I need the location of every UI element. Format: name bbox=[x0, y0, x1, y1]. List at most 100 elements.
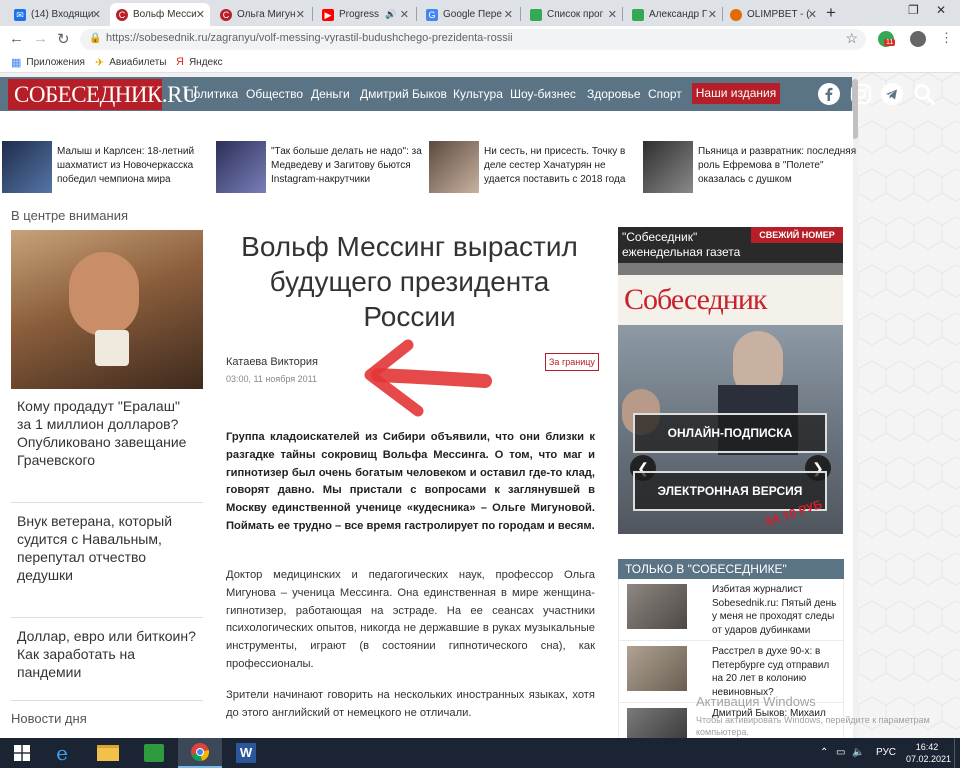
taskbar-word[interactable]: W bbox=[224, 738, 268, 768]
tab-olimpbet[interactable]: OLIMPBET - ( ✕ bbox=[724, 3, 822, 26]
bookmark-aviabilety[interactable]: ✈ Авиабилеты bbox=[95, 56, 167, 69]
taskbar-explorer[interactable] bbox=[86, 738, 130, 768]
tab-sheet-2[interactable]: Александр Г ✕ bbox=[626, 3, 722, 26]
tab-sheet-1[interactable]: Список прог ✕ bbox=[524, 3, 622, 26]
forward-icon[interactable]: → bbox=[33, 30, 48, 47]
our-editions-button[interactable]: Наши издания bbox=[692, 83, 780, 104]
taskbar-store[interactable] bbox=[132, 738, 176, 768]
clock-time: 16:42 bbox=[915, 742, 939, 752]
olimp-icon bbox=[730, 8, 742, 21]
sidebar-card[interactable]: Внук ветерана, который судится с Навальн… bbox=[11, 512, 203, 618]
menu-icon[interactable]: ⋮ bbox=[940, 30, 953, 46]
close-window-icon[interactable]: ✕ bbox=[936, 3, 946, 17]
close-icon[interactable]: ✕ bbox=[92, 8, 101, 21]
plane-icon: ✈ bbox=[95, 57, 105, 69]
yandex-icon: Я bbox=[176, 56, 184, 68]
nav-dengi[interactable]: Деньги bbox=[311, 87, 350, 101]
tab-migunova[interactable]: С Ольга Мигун ✕ bbox=[214, 3, 310, 26]
volume-icon[interactable]: 🔈 bbox=[852, 747, 864, 758]
facebook-icon[interactable] bbox=[818, 83, 840, 105]
tab-strip: ✉ (14) Входящи ✕ С Вольф Месси ✕ С Ольга… bbox=[0, 0, 960, 26]
teaser-card[interactable]: "Так больше делать не надо": за Медведев… bbox=[216, 141, 431, 193]
rubric-tag[interactable]: За границу bbox=[545, 353, 599, 371]
online-subscription-button[interactable]: ОНЛАЙН-ПОДПИСКА bbox=[633, 413, 827, 453]
site-logo[interactable]: СОБЕСЕДНИК.RU bbox=[8, 79, 199, 110]
start-button[interactable] bbox=[0, 738, 44, 768]
folder-icon bbox=[97, 745, 119, 761]
network-icon[interactable]: ▭ bbox=[836, 747, 845, 758]
telegram-icon[interactable] bbox=[881, 83, 903, 105]
teaser-image bbox=[429, 141, 479, 193]
close-icon[interactable]: ✕ bbox=[608, 8, 617, 21]
windows-taskbar: e W ⌃ ▭ 🔈 РУС 16:42 07.02.2021 bbox=[0, 738, 960, 768]
windows-activation-text: Чтобы активировать Windows, перейдите к … bbox=[696, 715, 930, 737]
bookmark-yandex[interactable]: Я Яндекс bbox=[176, 56, 223, 68]
teaser-image bbox=[2, 141, 52, 193]
newspaper-promo[interactable]: "Собеседник" еженедельная газета СВЕЖИЙ … bbox=[618, 227, 843, 534]
bookmark-apps[interactable]: ▦ Приложения bbox=[11, 56, 85, 69]
news-heading: Новости дня bbox=[11, 711, 87, 726]
avatar[interactable] bbox=[910, 31, 926, 47]
tray-up-icon[interactable]: ⌃ bbox=[820, 747, 828, 758]
nav-kultura[interactable]: Культура bbox=[453, 87, 503, 101]
page-content: Малыш и Карлсен: 18-летний шахматист из … bbox=[0, 111, 930, 738]
taskbar-ie[interactable]: e bbox=[40, 738, 84, 768]
language-indicator[interactable]: РУС bbox=[876, 747, 896, 758]
extension-icon[interactable]: 11 bbox=[878, 31, 896, 47]
nav-obshchestvo[interactable]: Общество bbox=[246, 87, 303, 101]
close-icon[interactable]: ✕ bbox=[708, 8, 717, 21]
speaker-icon[interactable]: 🔊 bbox=[385, 9, 396, 20]
close-icon[interactable]: ✕ bbox=[196, 8, 205, 21]
only-list-item[interactable]: Избитая журналист Sobesednik.ru: Пятый д… bbox=[618, 579, 844, 641]
site-icon: С bbox=[116, 8, 128, 21]
tab-google-translate[interactable]: G Google Пере ✕ bbox=[420, 3, 518, 26]
fresh-issue-badge: СВЕЖИЙ НОМЕР bbox=[751, 227, 843, 243]
show-desktop-button[interactable] bbox=[954, 738, 960, 768]
nav-zdorovye[interactable]: Здоровье bbox=[587, 87, 641, 101]
nav-sport[interactable]: Спорт bbox=[648, 87, 682, 101]
teaser-image bbox=[216, 141, 266, 193]
search-icon[interactable] bbox=[913, 83, 935, 105]
only-item-image bbox=[627, 646, 687, 691]
sidebar-feature-image[interactable] bbox=[11, 230, 203, 389]
reload-icon[interactable]: ↻ bbox=[57, 30, 70, 48]
background-pattern bbox=[858, 73, 960, 738]
article-paragraph: Зрители начинают говорить на нескольких … bbox=[226, 689, 595, 719]
nav-bykov[interactable]: Дмитрий Быков bbox=[360, 87, 447, 101]
google-icon: G bbox=[426, 8, 438, 21]
taskbar-chrome[interactable] bbox=[178, 738, 222, 768]
bookmark-star-icon[interactable]: ☆ bbox=[845, 30, 858, 47]
youtube-icon: ▶ bbox=[322, 8, 334, 21]
sheet-icon bbox=[632, 8, 644, 21]
sidebar-card[interactable]: Кому продадут "Ералаш" за 1 миллион долл… bbox=[11, 397, 203, 503]
tab-youtube[interactable]: ▶ Progress 🔊 ✕ bbox=[316, 3, 414, 26]
teaser-card[interactable]: Пьяница и развратник: последняя роль Ефр… bbox=[643, 141, 858, 193]
nav-politika[interactable]: Политика bbox=[185, 87, 238, 101]
close-icon[interactable]: ✕ bbox=[808, 8, 817, 21]
address-bar[interactable]: 🔒 https://sobesednik.ru/zagranyu/volf-me… bbox=[80, 29, 866, 50]
apps-icon: ▦ bbox=[11, 57, 22, 69]
bookmarks-bar: ▦ Приложения ✈ Авиабилеты Я Яндекс bbox=[0, 52, 960, 73]
red-arrow-annotation bbox=[364, 339, 492, 417]
teaser-card[interactable]: Малыш и Карлсен: 18-летний шахматист из … bbox=[2, 141, 217, 193]
clock-date: 07.02.2021 bbox=[906, 754, 952, 764]
tab-mail[interactable]: ✉ (14) Входящи ✕ bbox=[8, 3, 106, 26]
close-icon[interactable]: ✕ bbox=[504, 8, 513, 21]
article-paragraph: Доктор медицинских и педагогических наук… bbox=[226, 569, 595, 670]
lock-icon: 🔒 bbox=[89, 33, 102, 44]
new-tab-button[interactable]: + bbox=[826, 3, 836, 23]
close-icon[interactable]: ✕ bbox=[400, 8, 409, 21]
sidebar-card[interactable]: Доллар, евро или биткоин? Как заработать… bbox=[11, 627, 203, 701]
close-icon[interactable]: ✕ bbox=[296, 8, 305, 21]
tab-article[interactable]: С Вольф Месси ✕ bbox=[110, 3, 210, 26]
mail-icon: ✉ bbox=[14, 8, 26, 21]
clock[interactable]: 16:42 07.02.2021 bbox=[906, 741, 952, 765]
teaser-card[interactable]: Ни сесть, ни присесть. Точку в деле сест… bbox=[429, 141, 644, 193]
site-header: СОБЕСЕДНИК.RU Политика Общество Деньги Д… bbox=[0, 77, 935, 111]
store-icon bbox=[144, 744, 164, 762]
article-author[interactable]: Катаева Виктория bbox=[226, 356, 318, 368]
restore-icon[interactable]: ❐ bbox=[908, 3, 919, 17]
article-title: Вольф Мессинг вырастил будущего президен… bbox=[241, 231, 578, 332]
nav-shou-biznes[interactable]: Шоу-бизнес bbox=[510, 87, 576, 101]
back-icon[interactable]: ← bbox=[9, 30, 24, 47]
